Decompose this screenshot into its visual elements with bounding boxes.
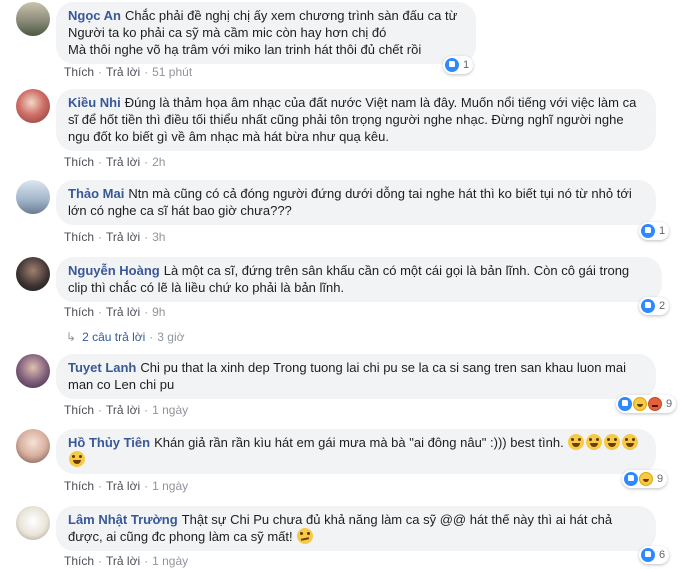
haha-icon [633,397,647,411]
comment-bubble: Lâm Nhật Trường Thật sự Chi Pu chưa đủ kh… [56,506,656,551]
comment-time[interactable]: 9h [152,305,165,319]
reaction-summary[interactable]: 9 [616,395,677,413]
comment-time[interactable]: 1 ngày [152,479,188,493]
comment-author[interactable]: Lâm Nhật Trường [68,512,178,527]
reaction-count: 1 [463,59,470,71]
reaction-count: 9 [657,473,664,485]
reply-link[interactable]: Trả lời [106,403,140,417]
replies-time: 3 giờ [157,330,185,344]
comment-bubble: Ngọc An Chắc phải đề nghị chị ấy xem chươ… [56,2,476,64]
comment-time[interactable]: 2h [152,155,165,169]
reply-link[interactable]: Trả lời [106,305,140,319]
avatar[interactable] [16,89,50,123]
comment-actions: Thích · Trả lời · 1 ngày [64,403,189,417]
comment-author[interactable]: Hồ Thủy Tiên [68,435,150,450]
laughing-emoji-icon [568,434,585,450]
laughing-emoji-icon [622,434,639,450]
comment-author[interactable]: Nguyễn Hoàng [68,263,160,278]
avatar[interactable] [16,180,50,214]
comment-text: Ntn mà cũng có cả đóng người đứng dưới d… [68,186,632,218]
laughing-emoji-icon [586,434,603,450]
like-link[interactable]: Thích [64,403,94,417]
reaction-summary[interactable]: 9 [622,470,668,488]
comment-bubble: Thảo Mai Ntn mà cũng có cả đóng người đứn… [56,180,656,225]
reaction-summary[interactable]: 1 [639,222,670,240]
comment-actions: Thích · Trả lời · 1 ngày [64,554,189,568]
reply-link[interactable]: Trả lời [106,230,140,244]
avatar[interactable] [16,257,50,291]
comment-time[interactable]: 1 ngày [152,403,188,417]
like-icon [624,472,638,486]
comment-time[interactable]: 3h [152,230,165,244]
reply-arrow-icon: ↳ [66,330,77,344]
like-link[interactable]: Thích [64,554,94,568]
comment-actions: Thích · Trả lời · 9h [64,305,166,319]
comment-actions: Thích · Trả lời · 2h [64,155,166,169]
reaction-count: 1 [659,225,666,237]
reaction-count: 9 [666,398,673,410]
view-replies-link[interactable]: ↳ 2 câu trả lời · 3 giờ [66,330,185,344]
like-link[interactable]: Thích [64,230,94,244]
reply-link[interactable]: Trả lời [106,155,140,169]
like-icon [641,299,655,313]
reaction-summary[interactable]: 6 [639,546,670,564]
reaction-count: 6 [659,549,666,561]
reply-link[interactable]: Trả lời [106,479,140,493]
like-link[interactable]: Thích [64,65,94,79]
reaction-summary[interactable]: 2 [639,297,670,315]
like-icon [641,548,655,562]
comment-author[interactable]: Thảo Mai [68,186,124,201]
reaction-count: 2 [659,300,666,312]
reply-link[interactable]: Trả lời [106,65,140,79]
like-link[interactable]: Thích [64,479,94,493]
like-link[interactable]: Thích [64,305,94,319]
confused-emoji-icon [297,528,314,544]
comment-bubble: Kiều Nhi Đúng là thảm họa âm nhạc của đất… [56,89,656,151]
like-icon [445,58,459,72]
laughing-emoji-icon [604,434,621,450]
comment-actions: Thích · Trả lời · 1 ngày [64,479,189,493]
comment-author[interactable]: Ngọc An [68,8,121,23]
comment-bubble: Nguyễn Hoàng Là một ca sĩ, đứng trên sân … [56,257,662,302]
like-icon [641,224,655,238]
avatar[interactable] [16,429,50,463]
comment-time[interactable]: 51 phút [152,65,192,79]
comment-actions: Thích · Trả lời · 3h [64,230,166,244]
comment-author[interactable]: Kiều Nhi [68,95,121,110]
angry-icon [648,397,662,411]
replies-count[interactable]: 2 câu trả lời [82,330,145,344]
like-icon [618,397,632,411]
reply-link[interactable]: Trả lời [106,554,140,568]
avatar[interactable] [16,2,50,36]
comment-bubble: Hồ Thủy Tiên Khán giả rần rần kìu hát em … [56,429,656,474]
avatar[interactable] [16,354,50,388]
comment-text: Chắc phải đề nghị chị ấy xem chương trìn… [68,8,458,57]
avatar[interactable] [16,506,50,540]
laughing-emoji-icon [69,451,85,467]
comment-author[interactable]: Tuyet Lanh [68,360,136,375]
like-link[interactable]: Thích [64,155,94,169]
comment-time[interactable]: 1 ngày [152,554,188,568]
reaction-summary[interactable]: 1 [443,56,474,74]
comment-text: Khán giả rần rần kìu hát em gái mưa mà b… [154,435,564,450]
comment-text: Chi pu that la xinh dep Trong tuong lai … [68,360,627,392]
comment-bubble: Tuyet Lanh Chi pu that la xinh dep Trong … [56,354,656,399]
haha-icon [639,472,653,486]
comment-text: Đúng là thảm họa âm nhạc của đất nước Vi… [68,95,637,144]
comment-actions: Thích · Trả lời · 51 phút [64,65,193,79]
